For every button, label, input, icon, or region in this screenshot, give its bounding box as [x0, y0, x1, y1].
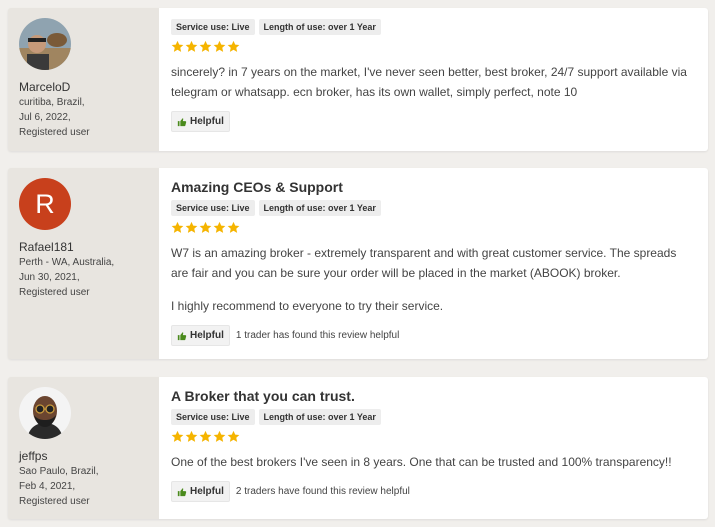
- user-avatar[interactable]: [19, 18, 71, 70]
- review-card: MarceloD curitiba, Brazil, Jul 6, 2022, …: [8, 8, 708, 151]
- star-icon: [213, 221, 226, 233]
- star-icon: [227, 221, 240, 233]
- review-title: A Broker that you can trust.: [171, 388, 355, 404]
- review-date: Jul 6, 2022,: [19, 112, 71, 123]
- user-avatar[interactable]: R: [19, 178, 71, 230]
- review-paragraph: sincerely? in 7 years on the market, I'v…: [171, 65, 687, 99]
- star-icon: [199, 40, 212, 52]
- review-text: W7 is an amazing broker - extremely tran…: [171, 243, 696, 316]
- helpful-count: 2 traders have found this review helpful: [235, 486, 410, 497]
- reviewer-info: jeffps Sao Paulo, Brazil, Feb 4, 2021, R…: [8, 377, 159, 519]
- review-tags: Service use: Live Length of use: over 1 …: [171, 409, 696, 425]
- star-rating: [171, 40, 696, 53]
- reviewer-info: R Rafael181 Perth - WA, Australia, Jun 3…: [8, 168, 159, 359]
- user-location: Sao Paulo, Brazil,: [19, 466, 99, 477]
- thumbs-up-icon: [177, 331, 187, 340]
- user-status: Registered user: [19, 287, 90, 298]
- star-rating: [171, 221, 696, 234]
- review-tags: Service use: Live Length of use: over 1 …: [171, 200, 696, 216]
- length-of-use-tag: Length of use: over 1 Year: [258, 409, 381, 425]
- review-text: One of the best brokers I've seen in 8 y…: [171, 452, 696, 472]
- review-date: Jun 30, 2021,: [19, 272, 80, 283]
- helpful-row: Helpful: [171, 111, 696, 132]
- service-use-tag: Service use: Live: [171, 409, 255, 425]
- review-title: Amazing CEOs & Support: [171, 179, 343, 195]
- username[interactable]: jeffps: [19, 449, 159, 464]
- star-icon: [227, 430, 240, 442]
- user-location: Perth - WA, Australia,: [19, 257, 115, 268]
- star-icon: [199, 221, 212, 233]
- review-date: Feb 4, 2021,: [19, 481, 76, 492]
- review-content: A Broker that you can trust. Service use…: [159, 377, 708, 519]
- username[interactable]: MarceloD: [19, 80, 159, 95]
- star-icon: [227, 40, 240, 52]
- helpful-button[interactable]: Helpful: [171, 325, 230, 346]
- helpful-label: Helpful: [190, 116, 224, 127]
- helpful-count: 1 trader has found this review helpful: [235, 330, 400, 341]
- star-icon: [171, 430, 184, 442]
- helpful-label: Helpful: [190, 330, 224, 341]
- helpful-button[interactable]: Helpful: [171, 481, 230, 502]
- length-of-use-tag: Length of use: over 1 Year: [258, 200, 381, 216]
- helpful-row: Helpful 2 traders have found this review…: [171, 481, 696, 502]
- star-icon: [171, 221, 184, 233]
- review-card: jeffps Sao Paulo, Brazil, Feb 4, 2021, R…: [8, 377, 708, 519]
- review-card: R Rafael181 Perth - WA, Australia, Jun 3…: [8, 168, 708, 359]
- star-icon: [185, 221, 198, 233]
- length-of-use-tag: Length of use: over 1 Year: [258, 19, 381, 35]
- user-avatar[interactable]: [19, 387, 71, 439]
- review-text: sincerely? in 7 years on the market, I'v…: [171, 62, 696, 102]
- star-rating: [171, 430, 696, 443]
- username[interactable]: Rafael181: [19, 240, 159, 255]
- service-use-tag: Service use: Live: [171, 19, 255, 35]
- review-tags: Service use: Live Length of use: over 1 …: [171, 19, 696, 35]
- user-status: Registered user: [19, 127, 90, 138]
- review-content: Amazing CEOs & Support Service use: Live…: [159, 168, 708, 359]
- helpful-button[interactable]: Helpful: [171, 111, 230, 132]
- review-paragraph: W7 is an amazing broker - extremely tran…: [171, 246, 677, 280]
- helpful-label: Helpful: [190, 486, 224, 497]
- thumbs-up-icon: [177, 487, 187, 496]
- star-icon: [171, 40, 184, 52]
- user-status: Registered user: [19, 496, 90, 507]
- review-paragraph: I highly recommend to everyone to try th…: [171, 299, 444, 313]
- star-icon: [213, 40, 226, 52]
- star-icon: [213, 430, 226, 442]
- review-content: Service use: Live Length of use: over 1 …: [159, 8, 708, 151]
- helpful-row: Helpful 1 trader has found this review h…: [171, 325, 696, 346]
- review-paragraph: One of the best brokers I've seen in 8 y…: [171, 455, 672, 469]
- thumbs-up-icon: [177, 117, 187, 126]
- star-icon: [185, 430, 198, 442]
- user-location: curitiba, Brazil,: [19, 97, 85, 108]
- service-use-tag: Service use: Live: [171, 200, 255, 216]
- reviewer-info: MarceloD curitiba, Brazil, Jul 6, 2022, …: [8, 8, 159, 151]
- star-icon: [199, 430, 212, 442]
- star-icon: [185, 40, 198, 52]
